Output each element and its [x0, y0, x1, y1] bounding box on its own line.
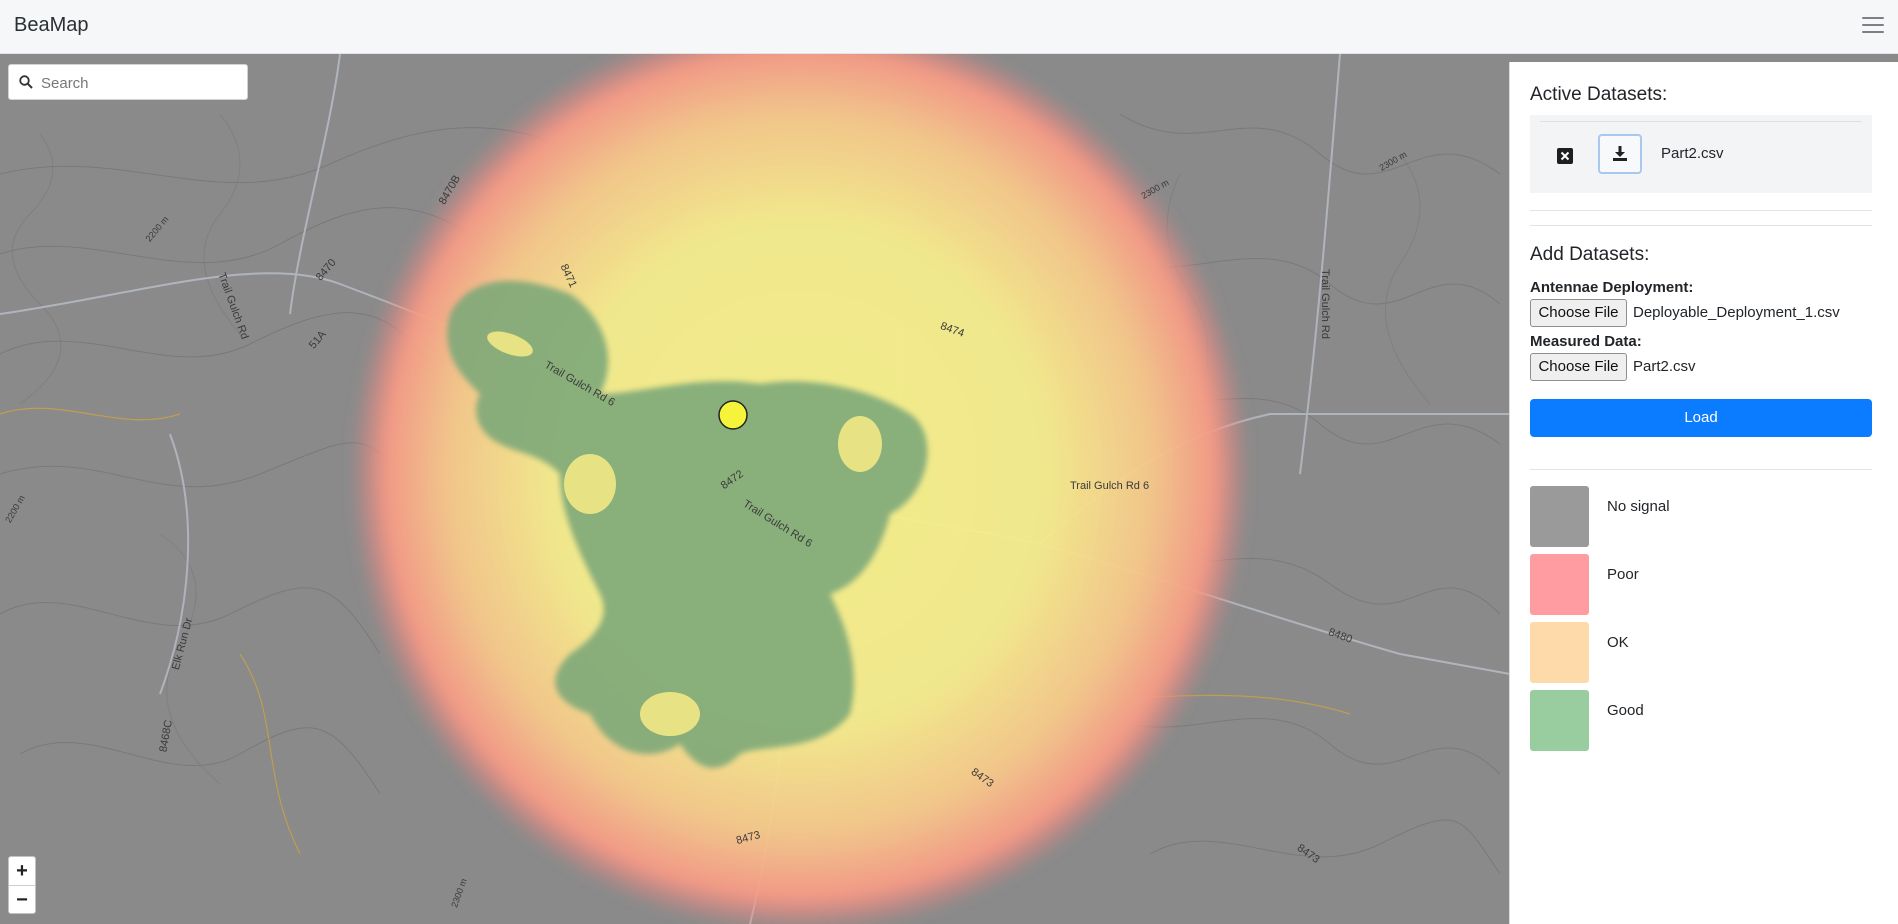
zoom-out-button[interactable]: − [9, 885, 35, 913]
legend-swatch-ok [1530, 622, 1589, 683]
divider [1530, 469, 1872, 470]
legend-label: OK [1607, 634, 1629, 651]
legend-label: Good [1607, 702, 1644, 719]
active-datasets-title: Active Datasets: [1530, 84, 1668, 105]
measured-file-name: Part2.csv [1633, 358, 1696, 375]
zoom-control: + − [8, 856, 36, 914]
legend-label: No signal [1607, 498, 1670, 515]
divider [1540, 121, 1862, 122]
active-dataset-name: Part2.csv [1661, 145, 1724, 162]
legend-swatch-poor [1530, 554, 1589, 615]
legend-swatch-good [1530, 690, 1589, 751]
load-button[interactable]: Load [1530, 399, 1872, 437]
download-dataset-button[interactable] [1598, 134, 1642, 174]
search-icon [19, 75, 33, 89]
remove-dataset-icon[interactable] [1557, 148, 1573, 164]
app-brand[interactable]: BeaMap [14, 14, 89, 37]
antenna-marker[interactable] [718, 400, 748, 430]
divider [1530, 225, 1872, 226]
antennae-file-name: Deployable_Deployment_1.csv [1633, 304, 1840, 321]
download-icon [1613, 146, 1627, 161]
add-datasets-title: Add Datasets: [1530, 244, 1650, 265]
antennae-choose-file-button[interactable]: Choose File [1530, 299, 1627, 327]
antennae-deployment-label: Antennae Deployment: [1530, 279, 1694, 296]
zoom-in-button[interactable]: + [9, 857, 35, 885]
legend-swatch-no-signal [1530, 486, 1589, 547]
legend-label: Poor [1607, 566, 1639, 583]
measured-data-label: Measured Data: [1530, 333, 1642, 350]
dataset-panel: Active Datasets: Part2.csv Add Datasets:… [1509, 62, 1898, 924]
divider [1530, 210, 1872, 211]
active-dataset-list: Part2.csv [1530, 115, 1872, 193]
search-input[interactable] [41, 71, 241, 95]
measured-choose-file-button[interactable]: Choose File [1530, 353, 1627, 381]
search-box[interactable] [8, 64, 248, 100]
menu-toggle-icon[interactable] [1862, 17, 1884, 35]
top-navbar: BeaMap [0, 0, 1898, 54]
